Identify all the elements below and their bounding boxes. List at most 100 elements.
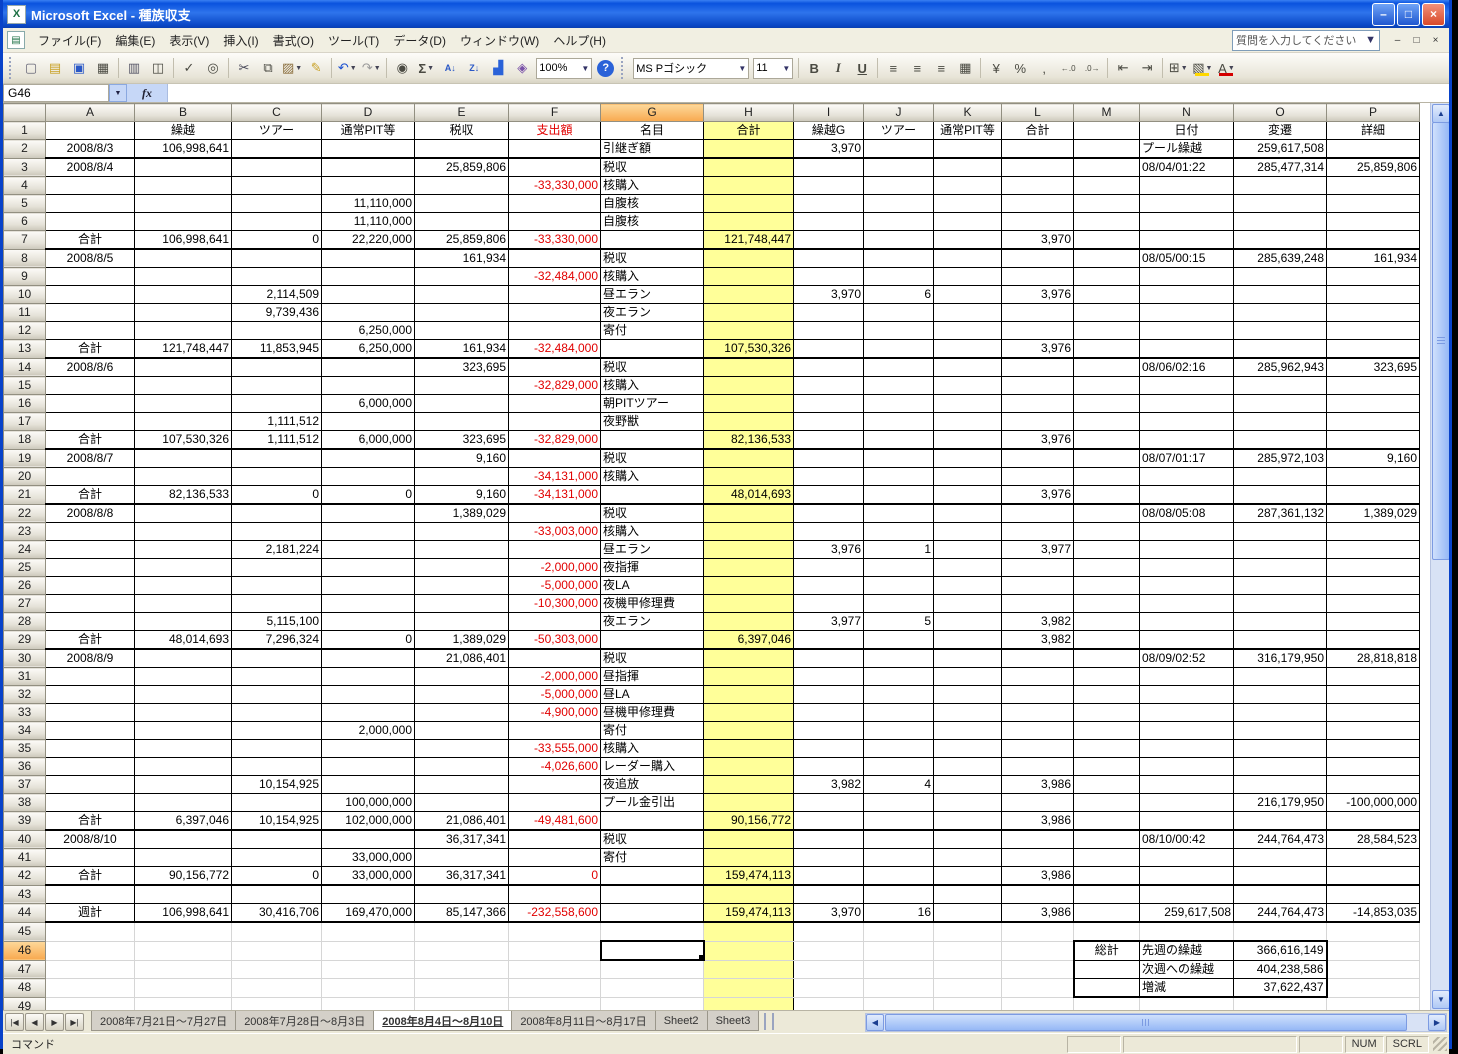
row-header-12[interactable]: 12 <box>3 321 46 340</box>
cell-A18[interactable]: 合計 <box>45 430 135 450</box>
cell-I3[interactable] <box>793 157 864 177</box>
cell-N11[interactable] <box>1139 303 1234 322</box>
cell-N28[interactable] <box>1139 612 1234 631</box>
cell-J26[interactable] <box>863 576 934 595</box>
font-size-combo[interactable]: 11 ▼ <box>753 57 794 79</box>
cell-K23[interactable] <box>933 522 1002 541</box>
cell-C30[interactable] <box>231 648 322 668</box>
cell-D3[interactable] <box>321 157 415 177</box>
cell-J30[interactable] <box>863 648 934 668</box>
redo-icon[interactable]: ↷ ▼ <box>360 57 382 79</box>
cell-P42[interactable] <box>1326 866 1420 886</box>
cell-G29[interactable] <box>600 630 704 650</box>
cell-A39[interactable]: 合計 <box>45 811 135 831</box>
cell-C1[interactable]: ツアー <box>231 121 322 140</box>
cell-F42[interactable]: 0 <box>508 866 601 886</box>
cell-A2[interactable]: 2008/8/3 <box>45 139 135 159</box>
cell-B3[interactable] <box>134 157 232 177</box>
row-header-7[interactable]: 7 <box>3 230 46 250</box>
cell-I17[interactable] <box>793 412 864 431</box>
cell-H40[interactable] <box>703 829 794 849</box>
cell-L18[interactable]: 3,976 <box>1001 430 1074 450</box>
cell-M42[interactable] <box>1073 866 1140 886</box>
cell-E23[interactable] <box>414 522 509 541</box>
cell-N4[interactable] <box>1139 176 1234 195</box>
cell-C14[interactable] <box>231 357 322 377</box>
cell-K34[interactable] <box>933 721 1002 740</box>
cell-O43[interactable] <box>1233 884 1327 904</box>
cell-M25[interactable] <box>1073 558 1140 577</box>
column-header-G[interactable]: G <box>600 103 704 122</box>
cell-L5[interactable] <box>1001 194 1074 213</box>
maximize-button[interactable]: □ <box>1397 2 1420 26</box>
cell-A16[interactable] <box>45 394 135 413</box>
cell-K17[interactable] <box>933 412 1002 431</box>
cell-N44[interactable]: 259,617,508 <box>1139 903 1234 923</box>
cell-P36[interactable] <box>1326 757 1420 776</box>
menu-help[interactable]: ヘルプ(H) <box>546 31 613 51</box>
cell-N5[interactable] <box>1139 194 1234 213</box>
cell-O34[interactable] <box>1233 721 1327 740</box>
cell-I37[interactable]: 3,982 <box>793 775 864 794</box>
cell-F7[interactable]: -33,330,000 <box>508 230 601 250</box>
cell-C16[interactable] <box>231 394 322 413</box>
cell-G41[interactable]: 寄付 <box>600 848 704 867</box>
row-header-16[interactable]: 16 <box>3 394 46 413</box>
cell-M44[interactable] <box>1073 903 1140 923</box>
cell-M18[interactable] <box>1073 430 1140 450</box>
cell-O42[interactable] <box>1233 866 1327 886</box>
cell-P10[interactable] <box>1326 285 1420 304</box>
row-header-22[interactable]: 22 <box>3 503 46 523</box>
row-header-30[interactable]: 30 <box>3 648 46 668</box>
cell-L27[interactable] <box>1001 594 1074 613</box>
cell-E13[interactable]: 161,934 <box>414 339 509 359</box>
column-header-N[interactable]: N <box>1139 103 1234 122</box>
cell-I20[interactable] <box>793 467 864 486</box>
column-header-D[interactable]: D <box>321 103 415 122</box>
cell-C27[interactable] <box>231 594 322 613</box>
cell-O13[interactable] <box>1233 339 1327 359</box>
cell-A22[interactable]: 2008/8/8 <box>45 503 135 523</box>
cell-F30[interactable] <box>508 648 601 668</box>
cell-O18[interactable] <box>1233 430 1327 450</box>
format-painter-icon[interactable]: ✎ <box>305 57 327 79</box>
row-header-27[interactable]: 27 <box>3 594 46 613</box>
cell-D41[interactable]: 33,000,000 <box>321 848 415 867</box>
cell-F44[interactable]: -232,558,600 <box>508 903 601 923</box>
cell-C7[interactable]: 0 <box>231 230 322 250</box>
cell-I11[interactable] <box>793 303 864 322</box>
cell-C10[interactable]: 2,114,509 <box>231 285 322 304</box>
cell-G36[interactable]: レーダー購入 <box>600 757 704 776</box>
cell-F18[interactable]: -32,829,000 <box>508 430 601 450</box>
cell-K21[interactable] <box>933 485 1002 505</box>
row-header-40[interactable]: 40 <box>3 829 46 849</box>
cell-B34[interactable] <box>134 721 232 740</box>
row-header-23[interactable]: 23 <box>3 522 46 541</box>
cell-A8[interactable]: 2008/8/5 <box>45 248 135 268</box>
cell-G45[interactable] <box>600 921 704 942</box>
cell-A15[interactable] <box>45 376 135 395</box>
sheet-tab-5[interactable]: Sheet2 <box>654 1011 708 1031</box>
menu-view[interactable]: 表示(V) <box>162 31 216 51</box>
tab-split-handle[interactable] <box>764 1013 775 1030</box>
sheet-tab-3[interactable]: 2008年8月4日～8月10日 <box>373 1011 513 1031</box>
cell-D26[interactable] <box>321 576 415 595</box>
cell-G13[interactable] <box>600 339 704 359</box>
cell-M6[interactable] <box>1073 212 1140 231</box>
cell-C49[interactable] <box>231 996 322 1010</box>
cell-K44[interactable] <box>933 903 1002 923</box>
column-header-A[interactable]: A <box>45 103 135 122</box>
row-header-37[interactable]: 37 <box>3 775 46 794</box>
cell-B44[interactable]: 106,998,641 <box>134 903 232 923</box>
cell-E12[interactable] <box>414 321 509 340</box>
cell-E43[interactable] <box>414 884 509 904</box>
cell-C34[interactable] <box>231 721 322 740</box>
cell-E25[interactable] <box>414 558 509 577</box>
cell-D31[interactable] <box>321 667 415 686</box>
cell-D18[interactable]: 6,000,000 <box>321 430 415 450</box>
cell-P22[interactable]: 1,389,029 <box>1326 503 1420 523</box>
cell-O47[interactable]: 404,238,586 <box>1233 959 1328 979</box>
cell-J11[interactable] <box>863 303 934 322</box>
cell-K19[interactable] <box>933 448 1002 468</box>
chevron-down-icon[interactable]: ▼ <box>350 65 357 72</box>
